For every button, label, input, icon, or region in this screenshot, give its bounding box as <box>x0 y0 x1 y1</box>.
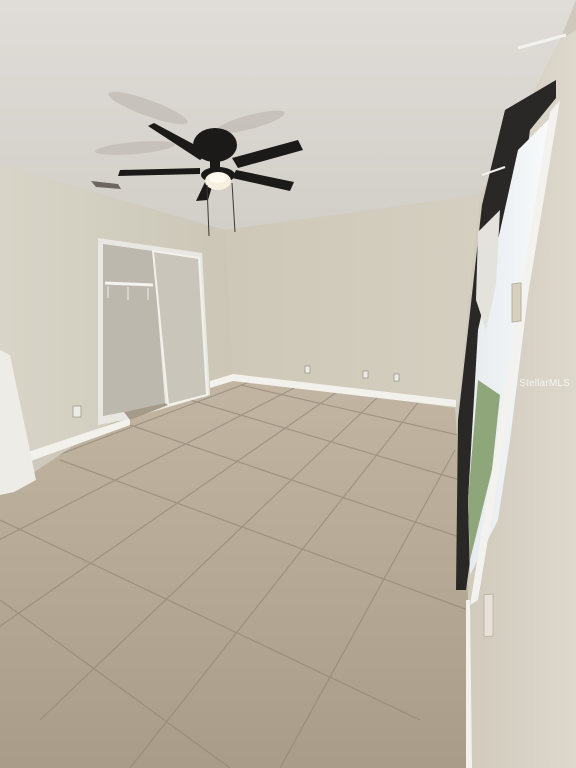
light-switch-icon <box>511 282 522 323</box>
closet-shelf <box>104 281 154 287</box>
outlet-icon <box>362 370 369 379</box>
closet <box>98 238 210 425</box>
outlet-icon <box>72 405 82 418</box>
back-wall <box>225 195 480 405</box>
outlet-icon <box>393 373 400 382</box>
watermark: StellarMLS <box>519 378 570 389</box>
outlet-icon <box>483 593 494 638</box>
outlet-icon <box>304 365 311 374</box>
fan-downrod <box>210 155 220 169</box>
room-photo <box>0 0 576 768</box>
